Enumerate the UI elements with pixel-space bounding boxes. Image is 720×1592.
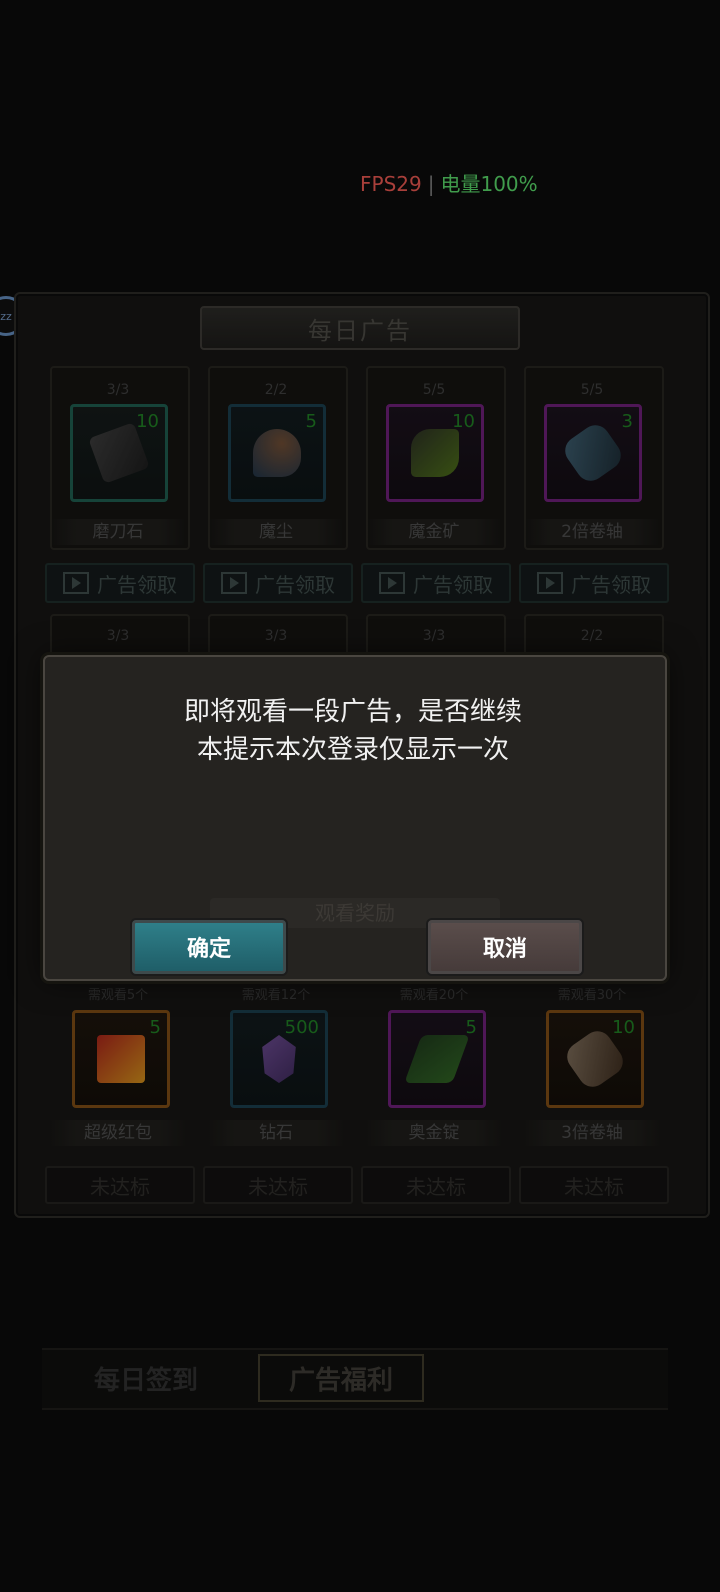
confirm-button[interactable]: 确定 — [132, 920, 286, 974]
dialog-message: 即将观看一段广告，是否继续 本提示本次登录仅显示一次 — [43, 693, 663, 769]
dialog-message-line-1: 即将观看一段广告，是否继续 — [183, 697, 522, 727]
dialog-message-line-2: 本提示本次登录仅显示一次 — [196, 735, 509, 765]
cancel-button[interactable]: 取消 — [428, 920, 582, 974]
